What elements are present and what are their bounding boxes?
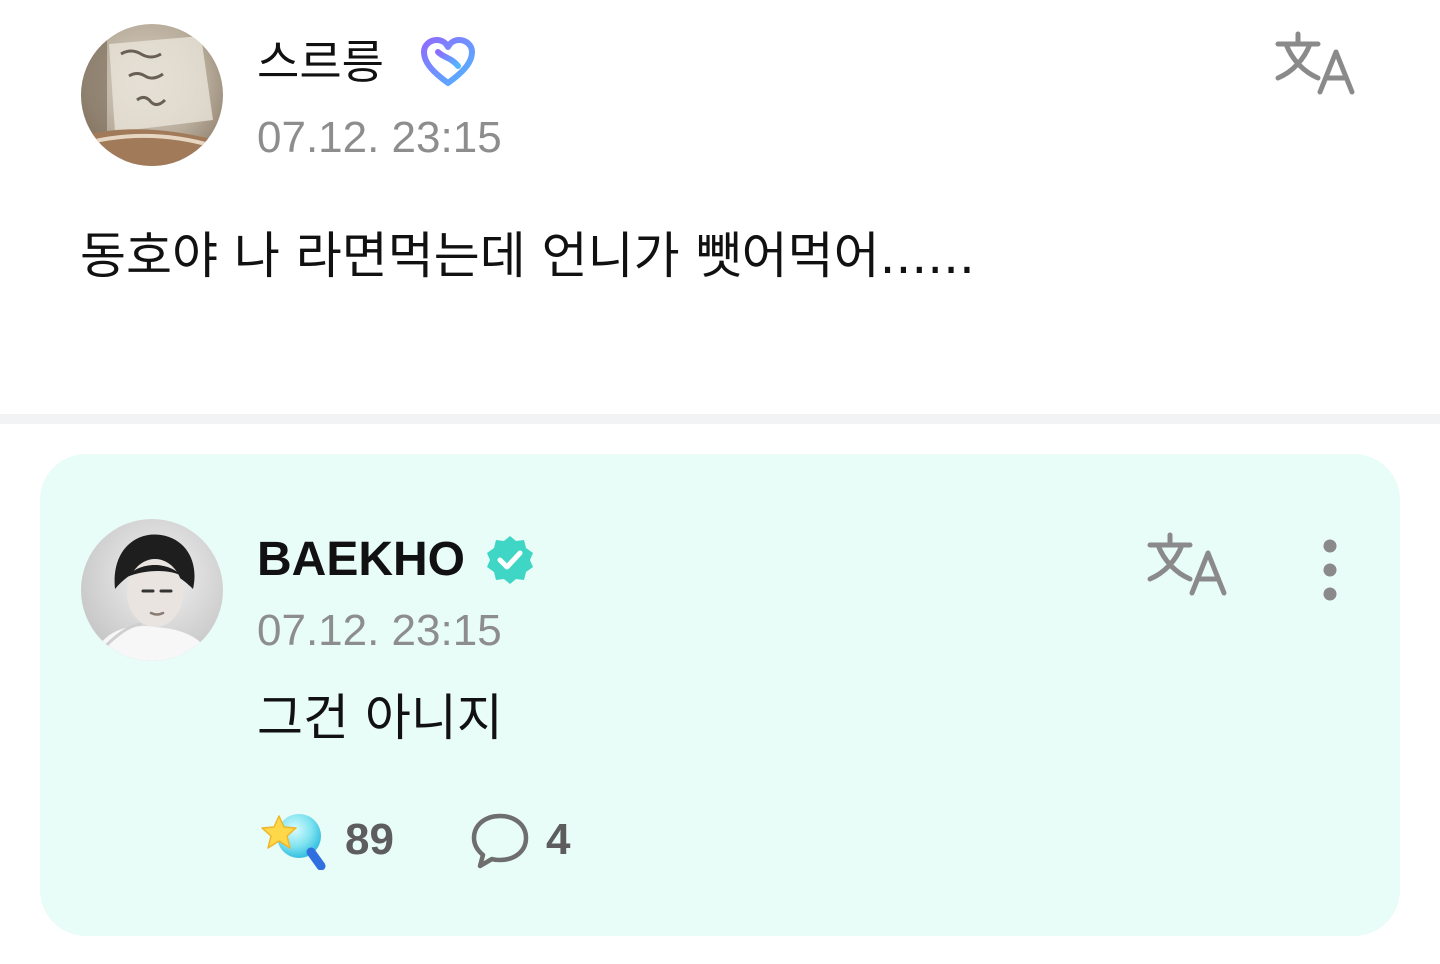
- reply-body: 그건 아니지: [257, 689, 503, 747]
- more-vertical-icon: [1323, 539, 1337, 601]
- fan-membership-badge-icon: [420, 36, 476, 88]
- fan-post: 스르릉 07.12. 23:15 동호야 나 라면먹는데 언니가 뺏어먹어...…: [0, 0, 1440, 414]
- reply-timestamp: 07.12. 23:15: [257, 606, 502, 655]
- artist-author-name[interactable]: BAEKHO: [257, 528, 465, 592]
- fan-avatar[interactable]: [81, 24, 223, 166]
- fan-author-name[interactable]: 스르릉: [257, 30, 384, 94]
- artist-avatar[interactable]: [81, 519, 223, 661]
- more-options-button[interactable]: [1310, 536, 1350, 604]
- comment-count: 4: [546, 815, 571, 864]
- section-divider: [0, 414, 1440, 424]
- reaction-button[interactable]: 89: [257, 806, 417, 874]
- comment-button[interactable]: 4: [470, 806, 610, 874]
- translate-icon[interactable]: [1146, 531, 1232, 597]
- translate-icon[interactable]: [1274, 30, 1360, 96]
- comment-bubble-icon: [470, 812, 530, 870]
- reply-actions: 89 4: [257, 806, 657, 874]
- fan-post-timestamp: 07.12. 23:15: [257, 113, 502, 162]
- reaction-count: 89: [345, 815, 394, 864]
- star-lightstick-icon: [259, 810, 327, 871]
- verified-badge-icon: [484, 534, 536, 586]
- fan-post-body: 동호야 나 라면먹는데 언니가 뺏어먹어......: [80, 227, 975, 285]
- artist-reply-card[interactable]: BAEKHO 07.12. 23:15 그건 아니지 89 4: [40, 454, 1400, 936]
